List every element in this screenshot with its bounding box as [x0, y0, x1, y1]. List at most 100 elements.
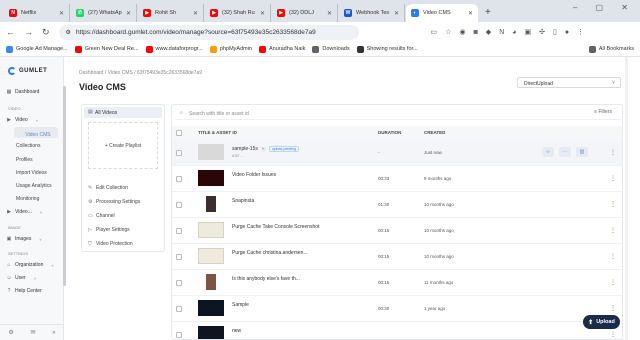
embed-code-icon[interactable]: ‹› [542, 147, 554, 157]
tab-webhook[interactable]: W Webhook Tes ✕ [339, 4, 405, 22]
menu-video-protection[interactable]: ⛉ Video Protection [88, 241, 133, 247]
close-icon[interactable]: ✕ [260, 10, 265, 17]
tab-youtube-rohit[interactable]: ▶ Rohit Sh ✕ [138, 4, 204, 22]
tab-whatsapp[interactable]: ✆ (27) WhatsAp ✕ [71, 4, 137, 22]
new-tab-button[interactable]: + [485, 7, 491, 22]
video-thumbnail[interactable] [206, 196, 216, 212]
sidebar-item-monitoring[interactable]: Monitoring [16, 196, 39, 202]
row-checkbox[interactable] [176, 280, 182, 286]
close-icon[interactable]: ✕ [327, 10, 332, 17]
close-icon[interactable]: ✕ [59, 10, 64, 17]
sidebar-scrollbar[interactable] [63, 86, 66, 286]
more-options-icon[interactable]: ⋮ [610, 331, 616, 338]
all-bookmarks[interactable]: All Bookmarks [588, 45, 634, 53]
video-thumbnail[interactable] [198, 326, 224, 339]
bookmark-item[interactable]: www.dataforprogr... [145, 45, 203, 53]
video-thumbnail[interactable] [198, 144, 224, 160]
bookmark-star-icon[interactable]: ☆ [445, 28, 451, 36]
bookmark-item[interactable]: Anuradha Naik [259, 45, 305, 53]
sidepanel-icon[interactable]: ▯ [553, 28, 557, 36]
close-icon[interactable]: ✕ [468, 10, 473, 17]
video-title[interactable]: Purge Cache Take Console Screenshot [232, 224, 319, 230]
share-icon[interactable]: ⋯ [559, 147, 571, 157]
column-duration[interactable]: DURATION [378, 130, 401, 135]
profile-avatar[interactable]: ● [565, 29, 569, 36]
bookmark-item[interactable]: Showing results for... [356, 45, 418, 53]
bookmark-item[interactable]: Downloads [312, 45, 350, 53]
table-row[interactable]: Snapinsta 01:30 10 months ago ⋮ [172, 192, 622, 218]
column-created[interactable]: CREATED [424, 130, 445, 135]
puzzle-icon[interactable]: ✣ [539, 28, 545, 36]
table-row[interactable]: Sample 00:30 1 year ago ⋮ [172, 296, 622, 322]
gumlet-logo[interactable]: GUMLET [8, 67, 47, 75]
delete-icon[interactable]: ▥ [576, 147, 588, 157]
extension-icon[interactable]: ◕ [512, 29, 516, 36]
source-select[interactable]: DirectUpload ˅ [517, 77, 621, 88]
table-row[interactable]: Video Folder Issues 00:33 9 months ago ⋮ [172, 166, 622, 192]
window-controls[interactable]: – ▢ ✕ [573, 3, 636, 12]
select-all-checkbox[interactable] [176, 130, 182, 136]
url-field[interactable]: ⚙ https://dashboard.gumlet.com/video/mana… [58, 24, 359, 40]
bookmark-item[interactable]: Green New Deal Re... [74, 45, 139, 53]
sidebar-item-dashboard[interactable]: ▦ Dashboard [6, 89, 40, 95]
video-thumbnail[interactable] [198, 248, 224, 264]
extension-icon[interactable]: ◆ [486, 28, 491, 36]
sidebar-item-video[interactable]: ▶ Video ˄ [6, 117, 38, 123]
table-row[interactable]: Purge Cache christina.andersen... 00:15 … [172, 244, 622, 270]
more-options-icon[interactable]: ⋮ [610, 227, 616, 234]
video-title[interactable]: new [232, 328, 241, 334]
page-scrollbar[interactable] [625, 57, 628, 340]
close-icon[interactable]: ✕ [193, 10, 198, 17]
more-options-icon[interactable]: ⋮ [610, 279, 616, 286]
sidebar-item-import-videos[interactable]: Import Videos [16, 170, 47, 176]
more-options-icon[interactable]: ⋮ [610, 149, 616, 156]
more-options-icon[interactable]: ⋮ [610, 175, 616, 182]
reload-icon[interactable]: ↻ [42, 27, 50, 38]
collapse-icon[interactable]: « [52, 330, 55, 336]
sidebar-item-organization[interactable]: ⌂ Organization ˅ [6, 262, 53, 268]
tab-video-cms[interactable]: ◐ Video CMS ✕ [406, 4, 478, 22]
row-checkbox[interactable] [176, 306, 182, 312]
upload-button[interactable]: ⬆ Upload [583, 315, 620, 329]
video-thumbnail[interactable] [206, 274, 216, 290]
all-videos-item[interactable]: ▤ All Videos [84, 107, 162, 118]
table-row[interactable]: new ⋮ [172, 322, 622, 339]
video-title[interactable]: sample-15s [232, 146, 258, 152]
chat-icon[interactable]: ✉ [30, 329, 35, 336]
settings-icon[interactable]: ⚙ [8, 329, 13, 336]
video-thumbnail[interactable] [198, 300, 224, 316]
forward-icon[interactable]: → [24, 27, 33, 37]
cast-icon[interactable]: ▭ [431, 28, 438, 36]
sidebar-item-profiles[interactable]: Profiles [16, 157, 33, 163]
search-input[interactable]: ⌕ Search with title or asset id [175, 107, 621, 120]
site-info-icon[interactable]: ⚙ [66, 29, 71, 36]
extension-icon[interactable]: ◉ [459, 28, 465, 36]
menu-channel[interactable]: ▭ Channel [88, 213, 115, 219]
camera-icon[interactable]: ◙ [474, 29, 478, 36]
close-icon[interactable]: ✕ [126, 10, 131, 17]
edit-icon[interactable]: ✎ [260, 147, 266, 152]
row-checkbox[interactable] [176, 176, 182, 182]
sidebar-item-collections[interactable]: Collections [16, 143, 40, 149]
row-checkbox[interactable] [176, 254, 182, 260]
close-icon[interactable]: ✕ [394, 10, 399, 17]
more-options-icon[interactable]: ⋮ [610, 201, 616, 208]
tab-youtube-ddlj[interactable]: ▶ (32) DDLJ ✕ [272, 4, 338, 22]
sidebar-item-video-more[interactable]: ▶ Video... ˅ [6, 209, 42, 215]
row-checkbox[interactable] [176, 228, 182, 234]
video-title[interactable]: Video Folder Issues [232, 172, 276, 178]
more-options-icon[interactable]: ⋮ [610, 305, 616, 312]
row-checkbox[interactable] [176, 332, 182, 338]
sidebar-item-help[interactable]: ? Help Center [6, 288, 42, 294]
tab-netflix[interactable]: N Netflix ✕ [4, 4, 70, 22]
more-options-icon[interactable]: ⋮ [610, 253, 616, 260]
video-thumbnail[interactable] [198, 170, 224, 186]
menu-player-settings[interactable]: ▷ Player Settings [88, 227, 130, 233]
sidebar-item-user[interactable]: ☺ User ˅ [6, 275, 35, 281]
sidebar-item-images[interactable]: ▣ Images ˅ [6, 236, 42, 242]
create-playlist-button[interactable]: + Create Playlist [88, 122, 158, 169]
column-title[interactable]: TITLE & ASSET ID [198, 130, 237, 135]
video-title[interactable]: Snapinsta [232, 198, 254, 204]
row-checkbox[interactable] [176, 202, 182, 208]
sidebar-item-video-cms[interactable]: Video CMS [14, 127, 58, 138]
